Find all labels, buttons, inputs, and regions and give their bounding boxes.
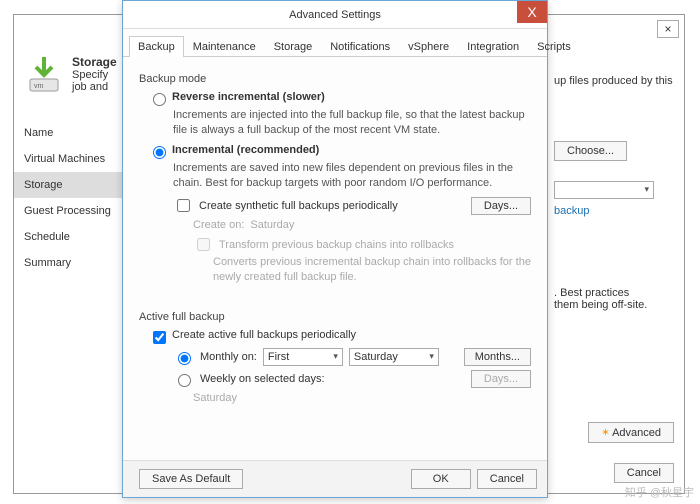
cancel-button[interactable]: Cancel [477, 469, 537, 489]
dialog-button-bar: Save As Default OK Cancel [123, 460, 547, 497]
reverse-radio[interactable] [153, 93, 166, 106]
incremental-desc: Increments are saved into new files depe… [173, 161, 531, 191]
monthly-ordinal-select[interactable]: First [263, 348, 343, 366]
weekly-label: Weekly on selected days: [200, 373, 325, 385]
active-full-label: Active full backup [139, 311, 531, 323]
transform-checkbox [197, 238, 210, 251]
tab-maintenance[interactable]: Maintenance [184, 36, 265, 57]
gear-icon: ✶ [601, 427, 610, 439]
advanced-settings-dialog: Advanced Settings X Backup Maintenance S… [122, 0, 548, 498]
backup-mode-label: Backup mode [139, 73, 531, 85]
weekly-days-button: Days... [471, 370, 531, 388]
wizard-desc: Specify [72, 69, 117, 81]
tab-backup[interactable]: Backup [129, 36, 184, 57]
reverse-radio-row: Reverse incremental (slower) [153, 91, 531, 106]
choose-button[interactable]: Choose... [554, 141, 627, 161]
incremental-title: Incremental (recommended) [172, 144, 319, 156]
transform-label: Transform previous backup chains into ro… [219, 239, 454, 251]
active-full-enable-label: Create active full backups periodically [172, 329, 356, 341]
weekly-value: Saturday [193, 392, 237, 404]
tab-scripts[interactable]: Scripts [528, 36, 580, 57]
reverse-title: Reverse incremental (slower) [172, 91, 325, 103]
synthetic-label: Create synthetic full backups periodical… [199, 200, 398, 212]
synthetic-days-button[interactable]: Days... [471, 197, 531, 215]
monthly-day-select[interactable]: Saturday [349, 348, 439, 366]
weekly-radio[interactable] [178, 374, 191, 387]
tab-vsphere[interactable]: vSphere [399, 36, 458, 57]
wizard-cancel-button[interactable]: Cancel [614, 463, 674, 483]
backup-link[interactable]: backup [554, 205, 589, 217]
watermark: 知乎 @秋星宇 [625, 484, 694, 500]
close-button[interactable]: X [517, 1, 547, 23]
months-button[interactable]: Months... [464, 348, 531, 366]
monthly-label: Monthly on: [200, 351, 257, 363]
wizard-header: vm Storage Specify job and [24, 55, 117, 95]
svg-text:vm: vm [34, 83, 44, 90]
synthetic-checkbox[interactable] [177, 199, 190, 212]
right-text-top: up files produced by this [554, 75, 694, 87]
ok-button[interactable]: OK [411, 469, 471, 489]
dialog-title: Advanced Settings [289, 9, 381, 21]
tabstrip: Backup Maintenance Storage Notifications… [123, 29, 547, 57]
wizard-close-button[interactable]: × [657, 20, 679, 38]
active-full-checkbox[interactable] [153, 331, 166, 344]
wizard-right-panel: up files produced by this Choose... back… [554, 75, 694, 311]
transform-desc: Converts previous incremental backup cha… [213, 255, 531, 285]
incremental-radio[interactable] [153, 146, 166, 159]
tab-notifications[interactable]: Notifications [321, 36, 399, 57]
create-on-value: Saturday [250, 219, 294, 231]
monthly-radio[interactable] [178, 352, 191, 365]
dialog-titlebar: Advanced Settings X [123, 1, 547, 29]
wizard-desc2: job and [72, 81, 117, 93]
wizard-title: Storage [72, 55, 117, 69]
reverse-desc: Increments are injected into the full ba… [173, 108, 531, 138]
save-default-button[interactable]: Save As Default [139, 469, 243, 489]
tab-integration[interactable]: Integration [458, 36, 528, 57]
storage-icon: vm [24, 55, 64, 95]
advanced-button[interactable]: ✶Advanced [588, 422, 674, 443]
create-on-label: Create on: [193, 219, 244, 231]
best-practices-text: . Best practices [554, 287, 694, 299]
dialog-content: Backup mode Reverse incremental (slower)… [123, 57, 547, 461]
offsite-text: them being off-site. [554, 299, 694, 311]
repo-select[interactable] [554, 181, 654, 199]
incremental-radio-row: Incremental (recommended) [153, 144, 531, 159]
tab-storage[interactable]: Storage [265, 36, 322, 57]
